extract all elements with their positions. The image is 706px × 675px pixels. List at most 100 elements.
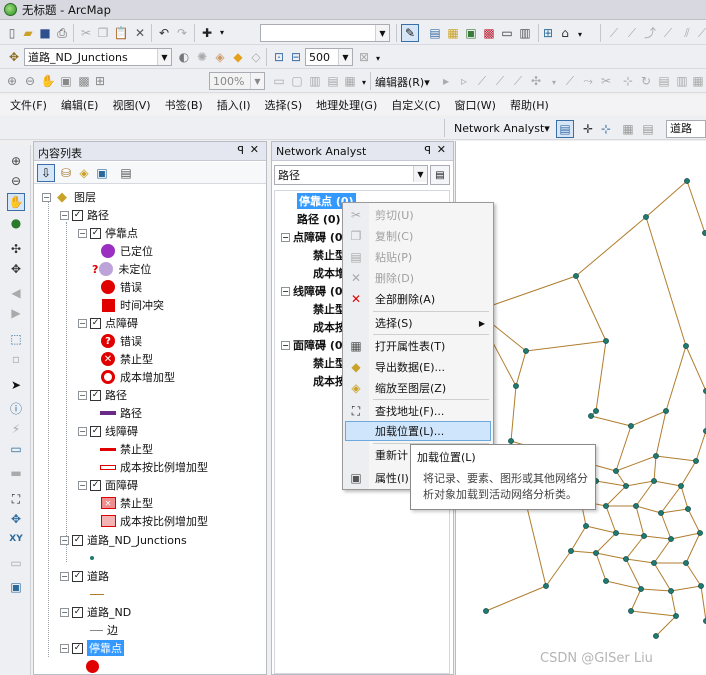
model-icon[interactable]: ⊞	[540, 25, 556, 41]
zoom-out-page-icon[interactable]: ⊖	[22, 73, 38, 89]
toc-layer-roads[interactable]: − ✓ 道路	[60, 568, 109, 584]
fixed-zoom-in-icon[interactable]: ✣	[8, 241, 24, 257]
brightness-icon[interactable]: ✺	[194, 49, 210, 65]
collapse-icon[interactable]: −	[281, 286, 290, 296]
menu-customize[interactable]: 自定义(C)	[391, 97, 440, 113]
focus-frame-icon[interactable]: ▢	[289, 73, 305, 89]
options-icon[interactable]: ▤	[118, 165, 134, 181]
search-window-icon[interactable]: ▣	[463, 25, 479, 41]
create-viewer-window-icon[interactable]: ▣	[8, 579, 24, 595]
layer-properties-icon[interactable]: ▤	[430, 165, 450, 185]
list-by-visibility-icon[interactable]: ◈	[76, 165, 92, 181]
pan-icon[interactable]: ✋	[7, 193, 25, 211]
menu-item-find-address[interactable]: ⛶ 查找地址(F)...	[345, 401, 491, 421]
menu-item-delete[interactable]: ✕ 删除(D)	[345, 268, 491, 288]
menu-item-selection[interactable]: 选择(S) ▶	[345, 313, 491, 333]
pin-icon[interactable]: ꟼ	[424, 144, 431, 157]
toc-layer-stops[interactable]: − ✓ 停靠点	[60, 640, 124, 656]
help-icon[interactable]: ⌂	[557, 25, 573, 41]
previous-extent-icon[interactable]: ◀	[8, 285, 24, 301]
solve-icon[interactable]: ▦	[620, 121, 636, 137]
collapse-icon[interactable]: −	[281, 340, 290, 350]
edit-tool-icon[interactable]: ▸	[438, 73, 454, 89]
collapse-icon[interactable]: −	[78, 228, 87, 238]
collapse-icon[interactable]: −	[60, 535, 69, 545]
layer-combo[interactable]: 道路_ND_Junctions ▼	[24, 48, 172, 66]
layer-visibility-checkbox[interactable]: ✓	[72, 642, 83, 654]
layer-visibility-checkbox[interactable]: ✓	[72, 606, 83, 618]
layer-visibility-checkbox[interactable]: ✓	[90, 479, 101, 491]
menu-view[interactable]: 视图(V)	[112, 97, 150, 113]
construction-tools-dropdown-icon[interactable]: ▾	[546, 75, 562, 91]
time-slider-icon[interactable]: ▭	[8, 555, 24, 571]
menu-item-load-locations[interactable]: 加载位置(L)...	[345, 421, 491, 441]
full-extent-icon[interactable]: ●	[8, 215, 24, 231]
rotate-icon[interactable]: ↻	[638, 73, 654, 89]
menu-item-open-attribute-table[interactable]: ▦ 打开属性表(T)	[345, 336, 491, 356]
layer-visibility-checkbox[interactable]: ✓	[90, 389, 101, 401]
menu-item-export-data[interactable]: ◆ 导出数据(E)...	[345, 357, 491, 377]
cut-polygons-icon[interactable]: ✂	[598, 73, 614, 89]
toc-layer-junctions[interactable]: − ✓ 道路_ND_Junctions	[60, 532, 187, 548]
end-point-arc-icon[interactable]: ⟋	[492, 73, 508, 89]
create-features-icon[interactable]: ▦	[690, 73, 706, 89]
python-window-icon[interactable]: ▭	[499, 25, 515, 41]
editor-menu[interactable]: 编辑器(R)▾	[375, 74, 430, 90]
html-popup-icon[interactable]: ▭	[8, 441, 24, 457]
menu-bookmarks[interactable]: 书签(B)	[165, 97, 203, 113]
attributes-icon[interactable]: ▤	[656, 73, 672, 89]
point-icon[interactable]: ✣	[528, 73, 544, 89]
collapse-icon[interactable]: −	[42, 192, 51, 202]
print-icon[interactable]: ⎙	[54, 25, 70, 41]
toc-layer-route[interactable]: − ✓ 路径	[60, 207, 109, 223]
collapse-icon[interactable]: −	[60, 607, 69, 617]
zoom-in-page-icon[interactable]: ⊕	[4, 73, 20, 89]
size-combo[interactable]: 500 ▼	[305, 48, 353, 66]
na-class-point-barriers[interactable]: − 点障碍 (0	[281, 229, 343, 245]
go-to-xy-icon[interactable]: XY	[8, 531, 24, 547]
close-icon[interactable]: ✕	[250, 143, 259, 156]
menu-item-zoom-to-layer[interactable]: ◈ 缩放至图层(Z)	[345, 378, 491, 398]
toc-sublayer-stops[interactable]: − ✓ 停靠点	[78, 225, 138, 241]
copy-icon[interactable]: ❐	[95, 25, 111, 41]
menu-insert[interactable]: 插入(I)	[217, 97, 251, 113]
menu-file[interactable]: 文件(F)	[10, 97, 47, 113]
zoom-percent-combo[interactable]: 100% ▼	[209, 72, 265, 90]
collapse-icon[interactable]: −	[281, 232, 290, 242]
layer-visibility-checkbox[interactable]: ✓	[90, 227, 101, 239]
undo-icon[interactable]: ↶	[156, 25, 172, 41]
list-by-selection-icon[interactable]: ▣	[94, 165, 110, 181]
collapse-icon[interactable]: −	[78, 480, 87, 490]
table-of-contents-icon[interactable]: ▤	[427, 25, 443, 41]
menu-edit[interactable]: 编辑(E)	[61, 97, 99, 113]
find-icon[interactable]: ⛶	[8, 491, 24, 507]
arctoolbox-icon[interactable]: ▩	[481, 25, 497, 41]
toolbar-options-icon[interactable]: ▾	[370, 51, 386, 67]
directions-icon[interactable]: ▤	[640, 121, 656, 137]
select-features-icon[interactable]: ⬚	[8, 331, 24, 347]
list-by-source-icon[interactable]: ⛁	[58, 165, 74, 181]
menu-windows[interactable]: 窗口(W)	[455, 97, 496, 113]
collapse-icon[interactable]: −	[78, 426, 87, 436]
change-layout-icon[interactable]: ▥	[307, 73, 323, 89]
zoom-out-icon[interactable]: ⊖	[8, 173, 24, 189]
hyperlink-icon[interactable]: ⚡	[8, 421, 24, 437]
analysis-layer-combo[interactable]: 路径 ▼	[274, 165, 428, 185]
open-folder-icon[interactable]: ▰	[20, 25, 36, 41]
snapping-icon[interactable]: ⊡	[271, 49, 287, 65]
toc-sublayer-routes[interactable]: − ✓ 路径	[78, 387, 127, 403]
select-move-location-icon[interactable]: ⊹	[598, 121, 614, 137]
draw-tool-icon[interactable]: ⟋	[694, 25, 706, 41]
find-route-icon[interactable]: ✥	[8, 511, 24, 527]
collapse-icon[interactable]: −	[60, 571, 69, 581]
split-icon[interactable]: ⊹	[620, 73, 636, 89]
draw-segment-icon[interactable]: ⟋	[624, 25, 640, 41]
layer-visibility-checkbox[interactable]: ✓	[72, 209, 83, 221]
menu-geoprocessing[interactable]: 地理处理(G)	[316, 97, 377, 113]
reshape-icon[interactable]: ⤳	[580, 73, 596, 89]
next-extent-icon[interactable]: ▶	[8, 305, 24, 321]
draw-arc-icon[interactable]: ⤴	[642, 25, 658, 41]
network-layer-combo[interactable]: 道路_N	[666, 120, 706, 138]
layer-visibility-checkbox[interactable]: ✓	[72, 534, 83, 546]
select-elements-icon[interactable]: ➤	[8, 377, 24, 393]
